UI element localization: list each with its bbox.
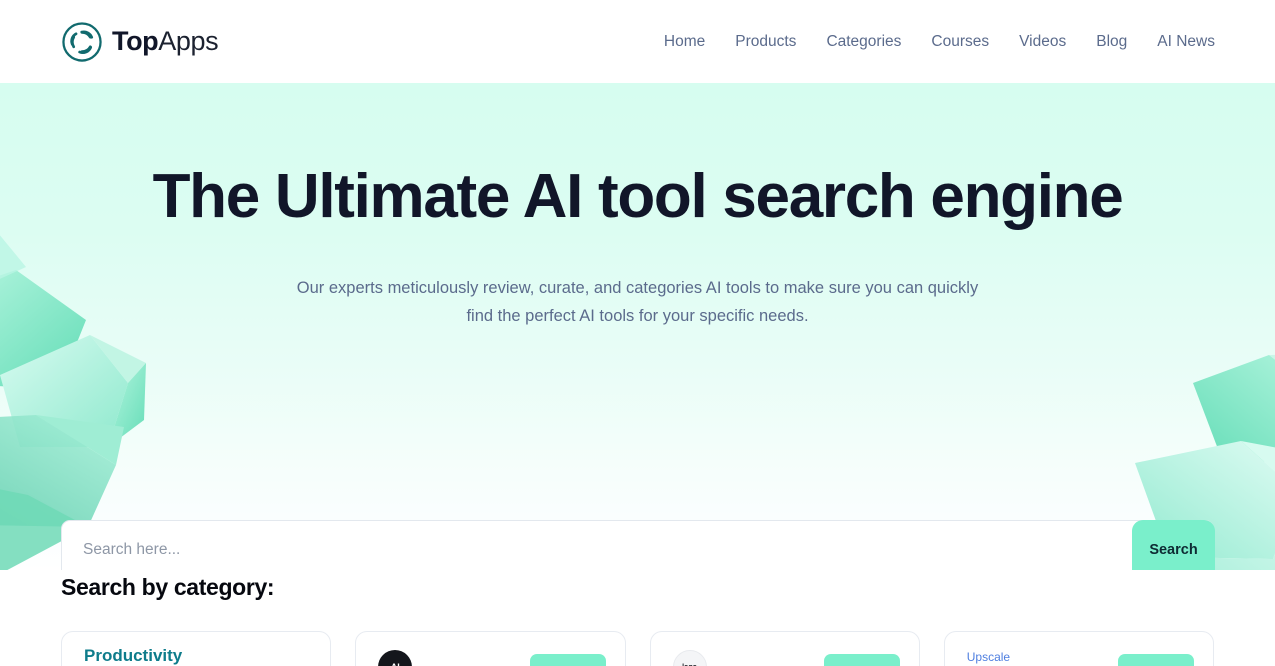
tool-avatar-glyph: AI: [391, 662, 400, 666]
search-by-category-section: Search by category: Productivity AI logo…: [0, 574, 1275, 666]
tool-avatar-icon: logo: [672, 650, 707, 666]
tool-card-3[interactable]: logo: [649, 631, 920, 666]
nav-item-categories[interactable]: Categories: [811, 27, 916, 57]
nav-item-courses[interactable]: Courses: [916, 27, 1004, 57]
search-input[interactable]: [61, 520, 1214, 570]
tool-card-action-button[interactable]: [1118, 654, 1194, 666]
site-header: TopApps Home Products Categories Courses…: [0, 0, 1275, 83]
section-title: Search by category:: [61, 574, 275, 600]
logo-text-light: Apps: [158, 26, 219, 56]
main-navigation: Home Products Categories Courses Videos …: [649, 0, 1215, 83]
page-title: The Ultimate AI tool search engine: [152, 162, 1124, 231]
topapps-swirl-logo-icon: [61, 21, 103, 63]
logo-text: TopApps: [112, 26, 219, 56]
tool-avatar-icon: AI: [378, 650, 413, 666]
nav-item-products[interactable]: Products: [720, 27, 811, 57]
nav-item-ai-news[interactable]: AI News: [1142, 27, 1215, 57]
logo-text-bold: Top: [112, 26, 159, 56]
tool-card-2[interactable]: AI: [355, 631, 626, 666]
nav-item-videos[interactable]: Videos: [1004, 27, 1081, 57]
search-bar: Search: [61, 520, 1215, 570]
tool-card-link[interactable]: Upscale: [967, 650, 1010, 664]
logo[interactable]: TopApps: [61, 0, 219, 83]
hero-section: The Ultimate AI tool search engine Our e…: [0, 83, 1275, 570]
nav-item-blog[interactable]: Blog: [1081, 27, 1142, 57]
tool-card-4[interactable]: Upscale: [943, 631, 1214, 666]
nav-item-home[interactable]: Home: [649, 27, 720, 57]
category-card-grid: Productivity AI logo Upscale: [61, 631, 1214, 666]
search-button[interactable]: Search: [1132, 520, 1215, 570]
category-card-label: Productivity: [84, 646, 183, 665]
tool-card-action-button[interactable]: [823, 654, 900, 666]
hero-content: The Ultimate AI tool search engine Our e…: [0, 155, 1275, 330]
category-card-productivity[interactable]: Productivity: [61, 631, 332, 666]
tool-card-action-button[interactable]: [529, 654, 606, 666]
hero-subtitle: Our experts meticulously review, curate,…: [296, 279, 979, 325]
